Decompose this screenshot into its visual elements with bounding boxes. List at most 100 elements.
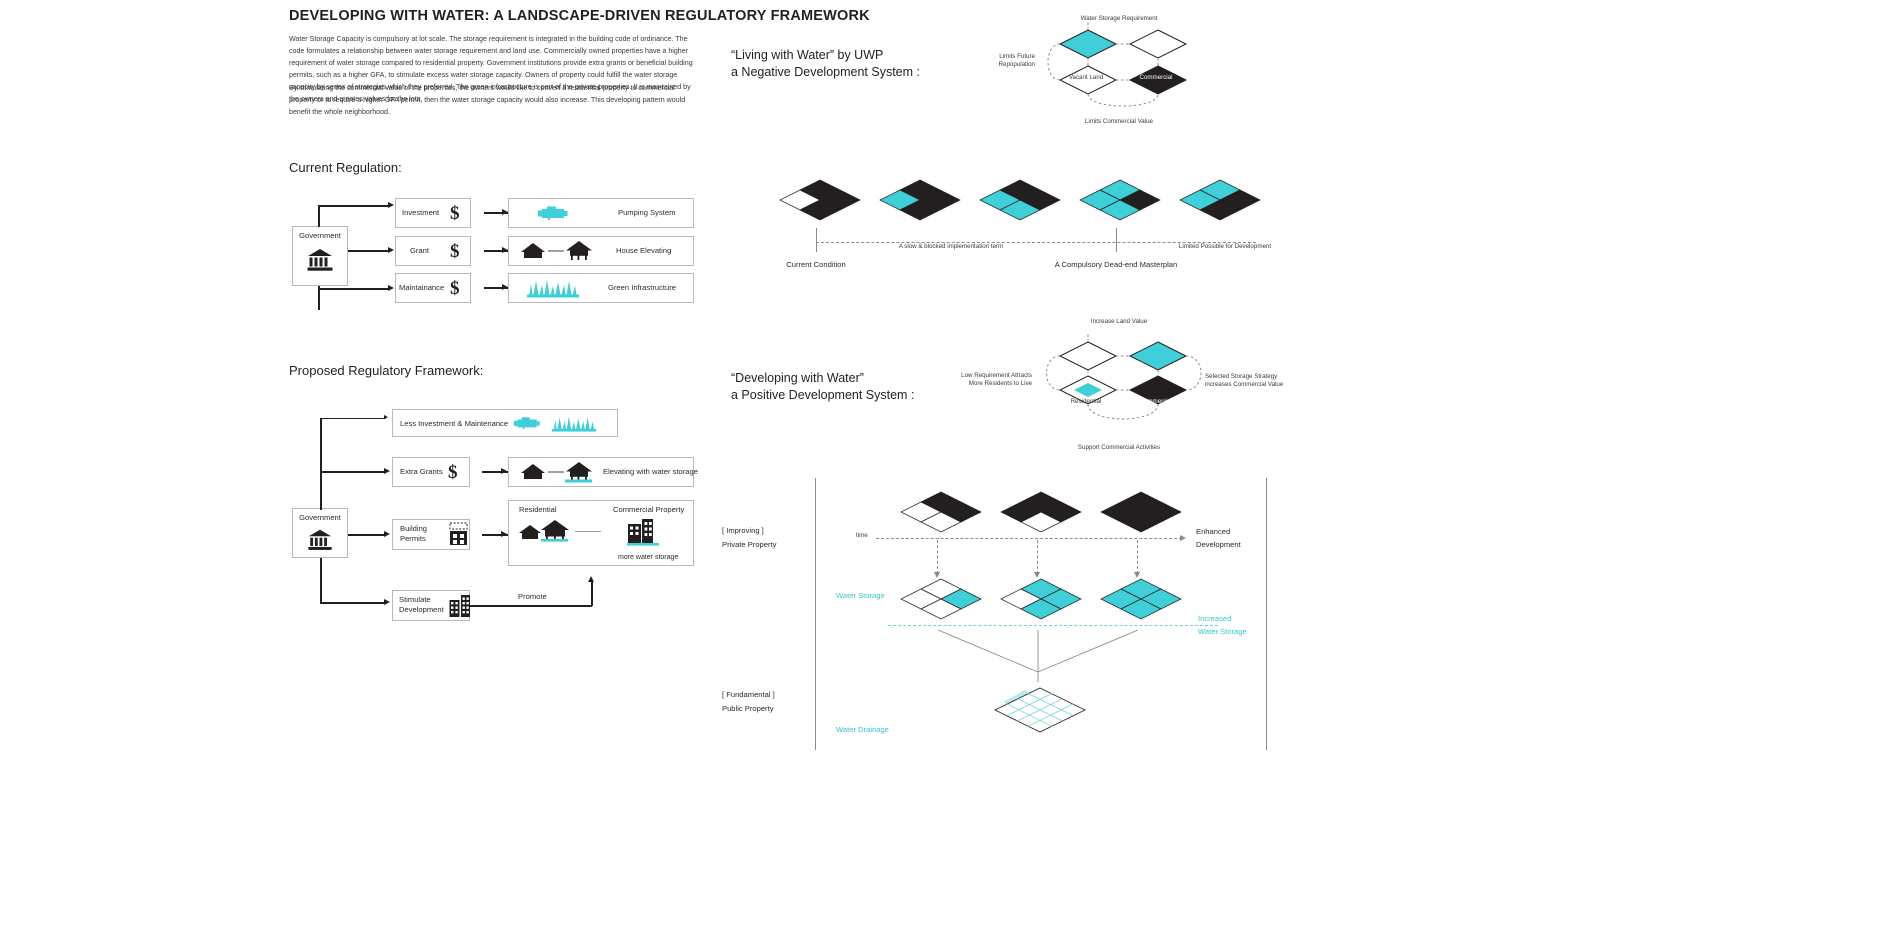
negative-loop-left-label: Limits Future Repopulation	[998, 53, 1035, 69]
connector	[318, 205, 320, 227]
positive-loop-left-label: Low Requirement Attracts More Residents …	[961, 372, 1032, 388]
poster-canvas: DEVELOPING WITH WATER: A LANDSCAPE-DRIVE…	[0, 0, 1900, 927]
positive-loop-diagram	[1046, 332, 1202, 420]
negative-node-left-label: Vacant Land	[1068, 74, 1104, 81]
matrix-left-rule	[815, 478, 816, 750]
negative-timeline-grids	[779, 179, 1261, 221]
residential-houses-icon	[519, 520, 569, 542]
proposed-government-label: Government	[299, 513, 341, 522]
drop-line-2	[1037, 540, 1038, 574]
connector	[320, 418, 386, 419]
arrow-head	[388, 202, 394, 208]
pump-icon	[538, 206, 568, 220]
dollar-icon: $	[450, 203, 460, 224]
positive-system-title-line-2: a Positive Development System :	[731, 388, 915, 402]
dollar-icon: $	[448, 462, 458, 483]
panel-link-line	[575, 531, 601, 532]
page-title: DEVELOPING WITH WATER: A LANDSCAPE-DRIVE…	[289, 8, 870, 24]
house-elevating-icon	[521, 241, 592, 260]
connector	[318, 205, 388, 207]
matrix-increased-label-2: Water Storage	[1198, 627, 1247, 636]
current-outcome-label-2: Green Infrastructure	[608, 283, 676, 292]
commercial-building-icon	[627, 519, 659, 546]
arrow-head	[501, 468, 507, 474]
proposed-outcome-label-1: Elevating with water storage	[603, 467, 698, 476]
positive-node-left-label: Residential	[1070, 398, 1102, 405]
grass-icon	[551, 416, 597, 432]
positive-system-title-line-1: “Developing with Water”	[731, 371, 864, 385]
time-axis-dashed	[876, 538, 1182, 539]
current-outcome-label-1: House Elevating	[616, 246, 672, 255]
house-elevating-water-icon	[521, 462, 592, 483]
negative-system-title-line-1: “Living with Water” by UWP	[731, 48, 884, 62]
convergence-lines	[937, 629, 1139, 682]
bank-icon	[307, 249, 333, 271]
water-drainage-plate	[994, 687, 1086, 733]
dollar-icon: $	[450, 278, 460, 299]
dollar-icon: $	[450, 241, 460, 262]
connector	[320, 471, 386, 473]
timeline-tick-mid	[1116, 228, 1117, 252]
current-instrument-box-1	[395, 236, 471, 266]
permit-panel-right-label: Commercial Property	[613, 505, 685, 514]
arrow-head	[384, 415, 388, 419]
arrow-head	[384, 468, 390, 474]
matrix-public-label-2: Public Property	[722, 704, 774, 713]
arrow-head	[388, 247, 394, 253]
matrix-increased-label-1: Increased	[1198, 614, 1232, 623]
matrix-enhanced-label-1: Enhanced	[1196, 527, 1231, 536]
permit-building-icon	[449, 522, 468, 545]
matrix-time-label: time	[856, 532, 868, 539]
current-outcome-label-0: Pumping System	[618, 208, 676, 217]
negative-timeline-caption-middle: A slow & blocked implementation term	[898, 243, 1004, 250]
grass-icon	[527, 280, 579, 298]
connector	[318, 286, 320, 310]
current-instrument-label-2: Maintainance	[399, 283, 445, 292]
increased-storage-axis	[888, 625, 1218, 626]
positive-loop-right-label: Selected Storage Strategy increases Comm…	[1205, 373, 1284, 389]
proposed-instrument-label-0: Less Investment & Maintenance	[400, 419, 509, 428]
negative-loop-top-label: Water Storage Requirement	[1080, 15, 1158, 22]
negative-timeline-caption-right: A Compulsory Dead-end Masterplan	[1054, 260, 1178, 269]
positive-loop-top-label: Increase Land Value	[1090, 318, 1148, 325]
bank-icon	[308, 529, 332, 550]
connector	[348, 250, 388, 252]
permit-panel-footnote: more water storage	[618, 554, 679, 561]
pump-icon	[513, 417, 540, 430]
intro-paragraph-2: By stimulating the commercial value of t…	[289, 84, 686, 117]
negative-system-title-line-2: a Negative Development System :	[731, 65, 920, 79]
matrix-water-drainage-label: Water Drainage	[836, 725, 889, 734]
private-development-grids	[900, 491, 1182, 533]
promote-riser	[591, 582, 593, 606]
proposed-instrument-label-2: Building Permits	[400, 524, 428, 543]
matrix-public-label-1: [ Fundamental ]	[722, 690, 775, 699]
timeline-tick-left	[816, 228, 817, 252]
arrow-head	[384, 599, 390, 605]
matrix-private-label-2: Private Property	[722, 540, 777, 549]
private-water-storage-grids	[900, 578, 1182, 620]
drop-line-1	[937, 540, 938, 574]
current-government-label: Government	[299, 231, 341, 240]
proposed-framework-heading: Proposed Regulatory Framework:	[289, 363, 484, 378]
negative-node-right-bottom-label: Commercial	[1139, 74, 1173, 81]
permit-panel-left-label: Residential	[519, 505, 557, 514]
negative-loop-diagram	[1047, 20, 1188, 107]
connector	[320, 602, 386, 604]
connector	[348, 534, 386, 536]
drop-line-3	[1137, 540, 1138, 574]
current-instrument-label-0: Investment	[402, 208, 440, 217]
arrow-head	[388, 285, 394, 291]
promote-label: Promote	[518, 592, 547, 601]
current-instrument-label-1: Grant	[410, 246, 429, 255]
connector	[318, 288, 388, 290]
arrow-head	[588, 576, 594, 582]
connector	[320, 558, 322, 604]
matrix-private-label-1: [ Improving ]	[722, 526, 764, 535]
proposed-instrument-label-3: Stimulate Development	[399, 595, 444, 614]
city-icon	[449, 595, 470, 617]
matrix-water-storage-label: Water Storage	[836, 591, 885, 600]
arrow-head	[501, 531, 507, 537]
matrix-enhanced-label-2: Development	[1196, 540, 1241, 549]
connector	[320, 418, 322, 510]
promote-line	[470, 605, 592, 607]
